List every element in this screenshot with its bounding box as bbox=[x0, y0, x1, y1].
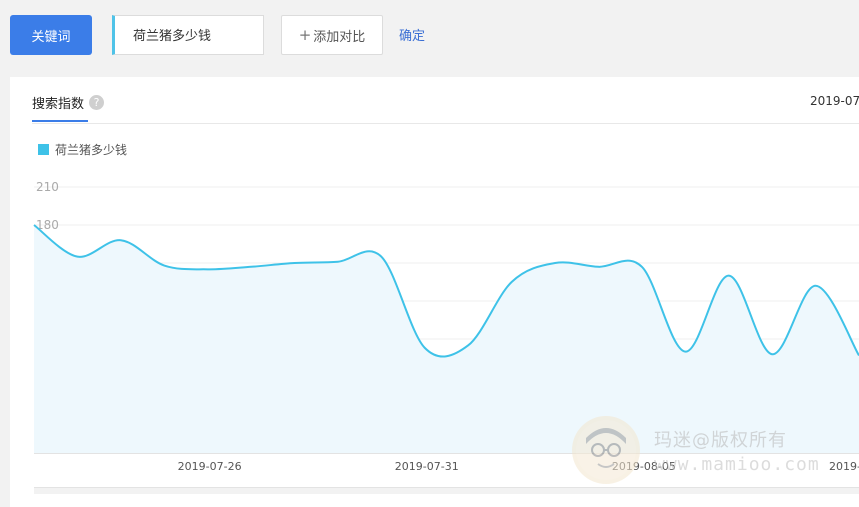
y-tick-label: 210 bbox=[36, 180, 59, 194]
watermark-url: www.mamioo.com bbox=[654, 454, 820, 475]
watermark: 玛迷@版权所有 www.mamioo.com bbox=[570, 410, 859, 490]
x-tick-label: 2019-07-26 bbox=[178, 460, 242, 473]
watermark-text: 玛迷@版权所有 bbox=[654, 430, 787, 451]
avatar-illustration bbox=[572, 416, 640, 484]
x-tick-label: 2019-07-31 bbox=[395, 460, 459, 473]
